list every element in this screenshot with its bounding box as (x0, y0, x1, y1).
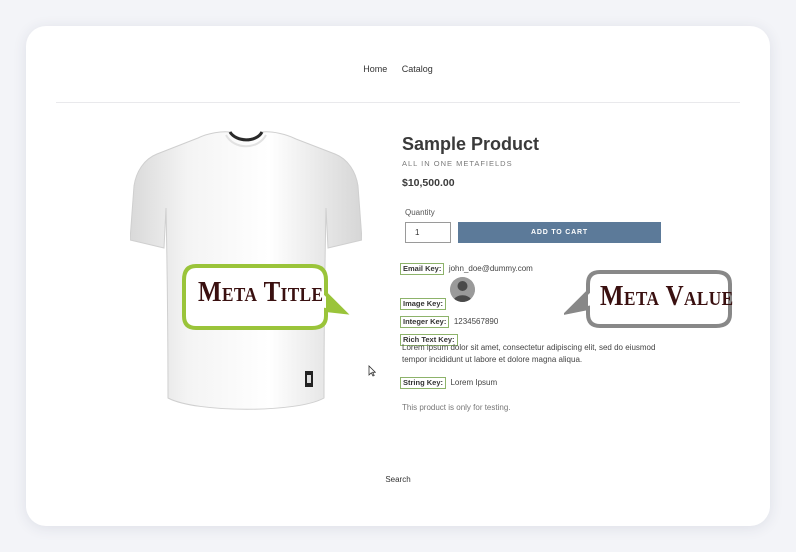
meta-value-text: Meta Value (600, 280, 734, 312)
add-to-cart-button[interactable]: ADD TO CART (458, 222, 661, 243)
meta-title-text: Meta Title (198, 276, 324, 308)
product-vendor: ALL IN ONE METAFIELDS (402, 159, 513, 168)
integer-key-label: Integer Key: (400, 316, 450, 328)
mouse-pointer-icon (368, 365, 376, 377)
product-title: Sample Product (402, 134, 540, 154)
metafield-string-row: String Key: Lorem Ipsum (400, 372, 497, 390)
product-description: This product is only for testing. (402, 403, 511, 412)
user-avatar-icon (450, 277, 475, 302)
integer-value: 1234567890 (453, 317, 499, 326)
nav-home-link[interactable]: Home (363, 64, 387, 74)
metafield-image-row: Image Key: (400, 293, 447, 311)
metafield-integer-row: Integer Key: 1234567890 (400, 311, 498, 329)
main-nav: Home Catalog (0, 64, 796, 74)
header-divider (56, 102, 740, 103)
email-value: john_doe@dummy.com (448, 264, 533, 273)
string-key-label: String Key: (400, 377, 447, 389)
product-price: $10,500.00 (402, 177, 455, 189)
string-value: Lorem Ipsum (450, 378, 498, 387)
richtext-value: Lorem ipsum dolor sit amet, consectetur … (402, 343, 656, 364)
image-key-label: Image Key: (400, 298, 447, 310)
quantity-input[interactable] (405, 222, 451, 243)
meta-value-callout: Meta Value (564, 268, 734, 330)
metafield-email-row: Email Key: john_doe@dummy.com (400, 258, 533, 276)
meta-title-callout: Meta Title (180, 262, 350, 332)
email-key-label: Email Key: (400, 263, 445, 275)
nav-catalog-link[interactable]: Catalog (402, 64, 433, 74)
footer-search-link[interactable]: Search (0, 475, 796, 484)
quantity-label: Quantity (405, 208, 435, 217)
